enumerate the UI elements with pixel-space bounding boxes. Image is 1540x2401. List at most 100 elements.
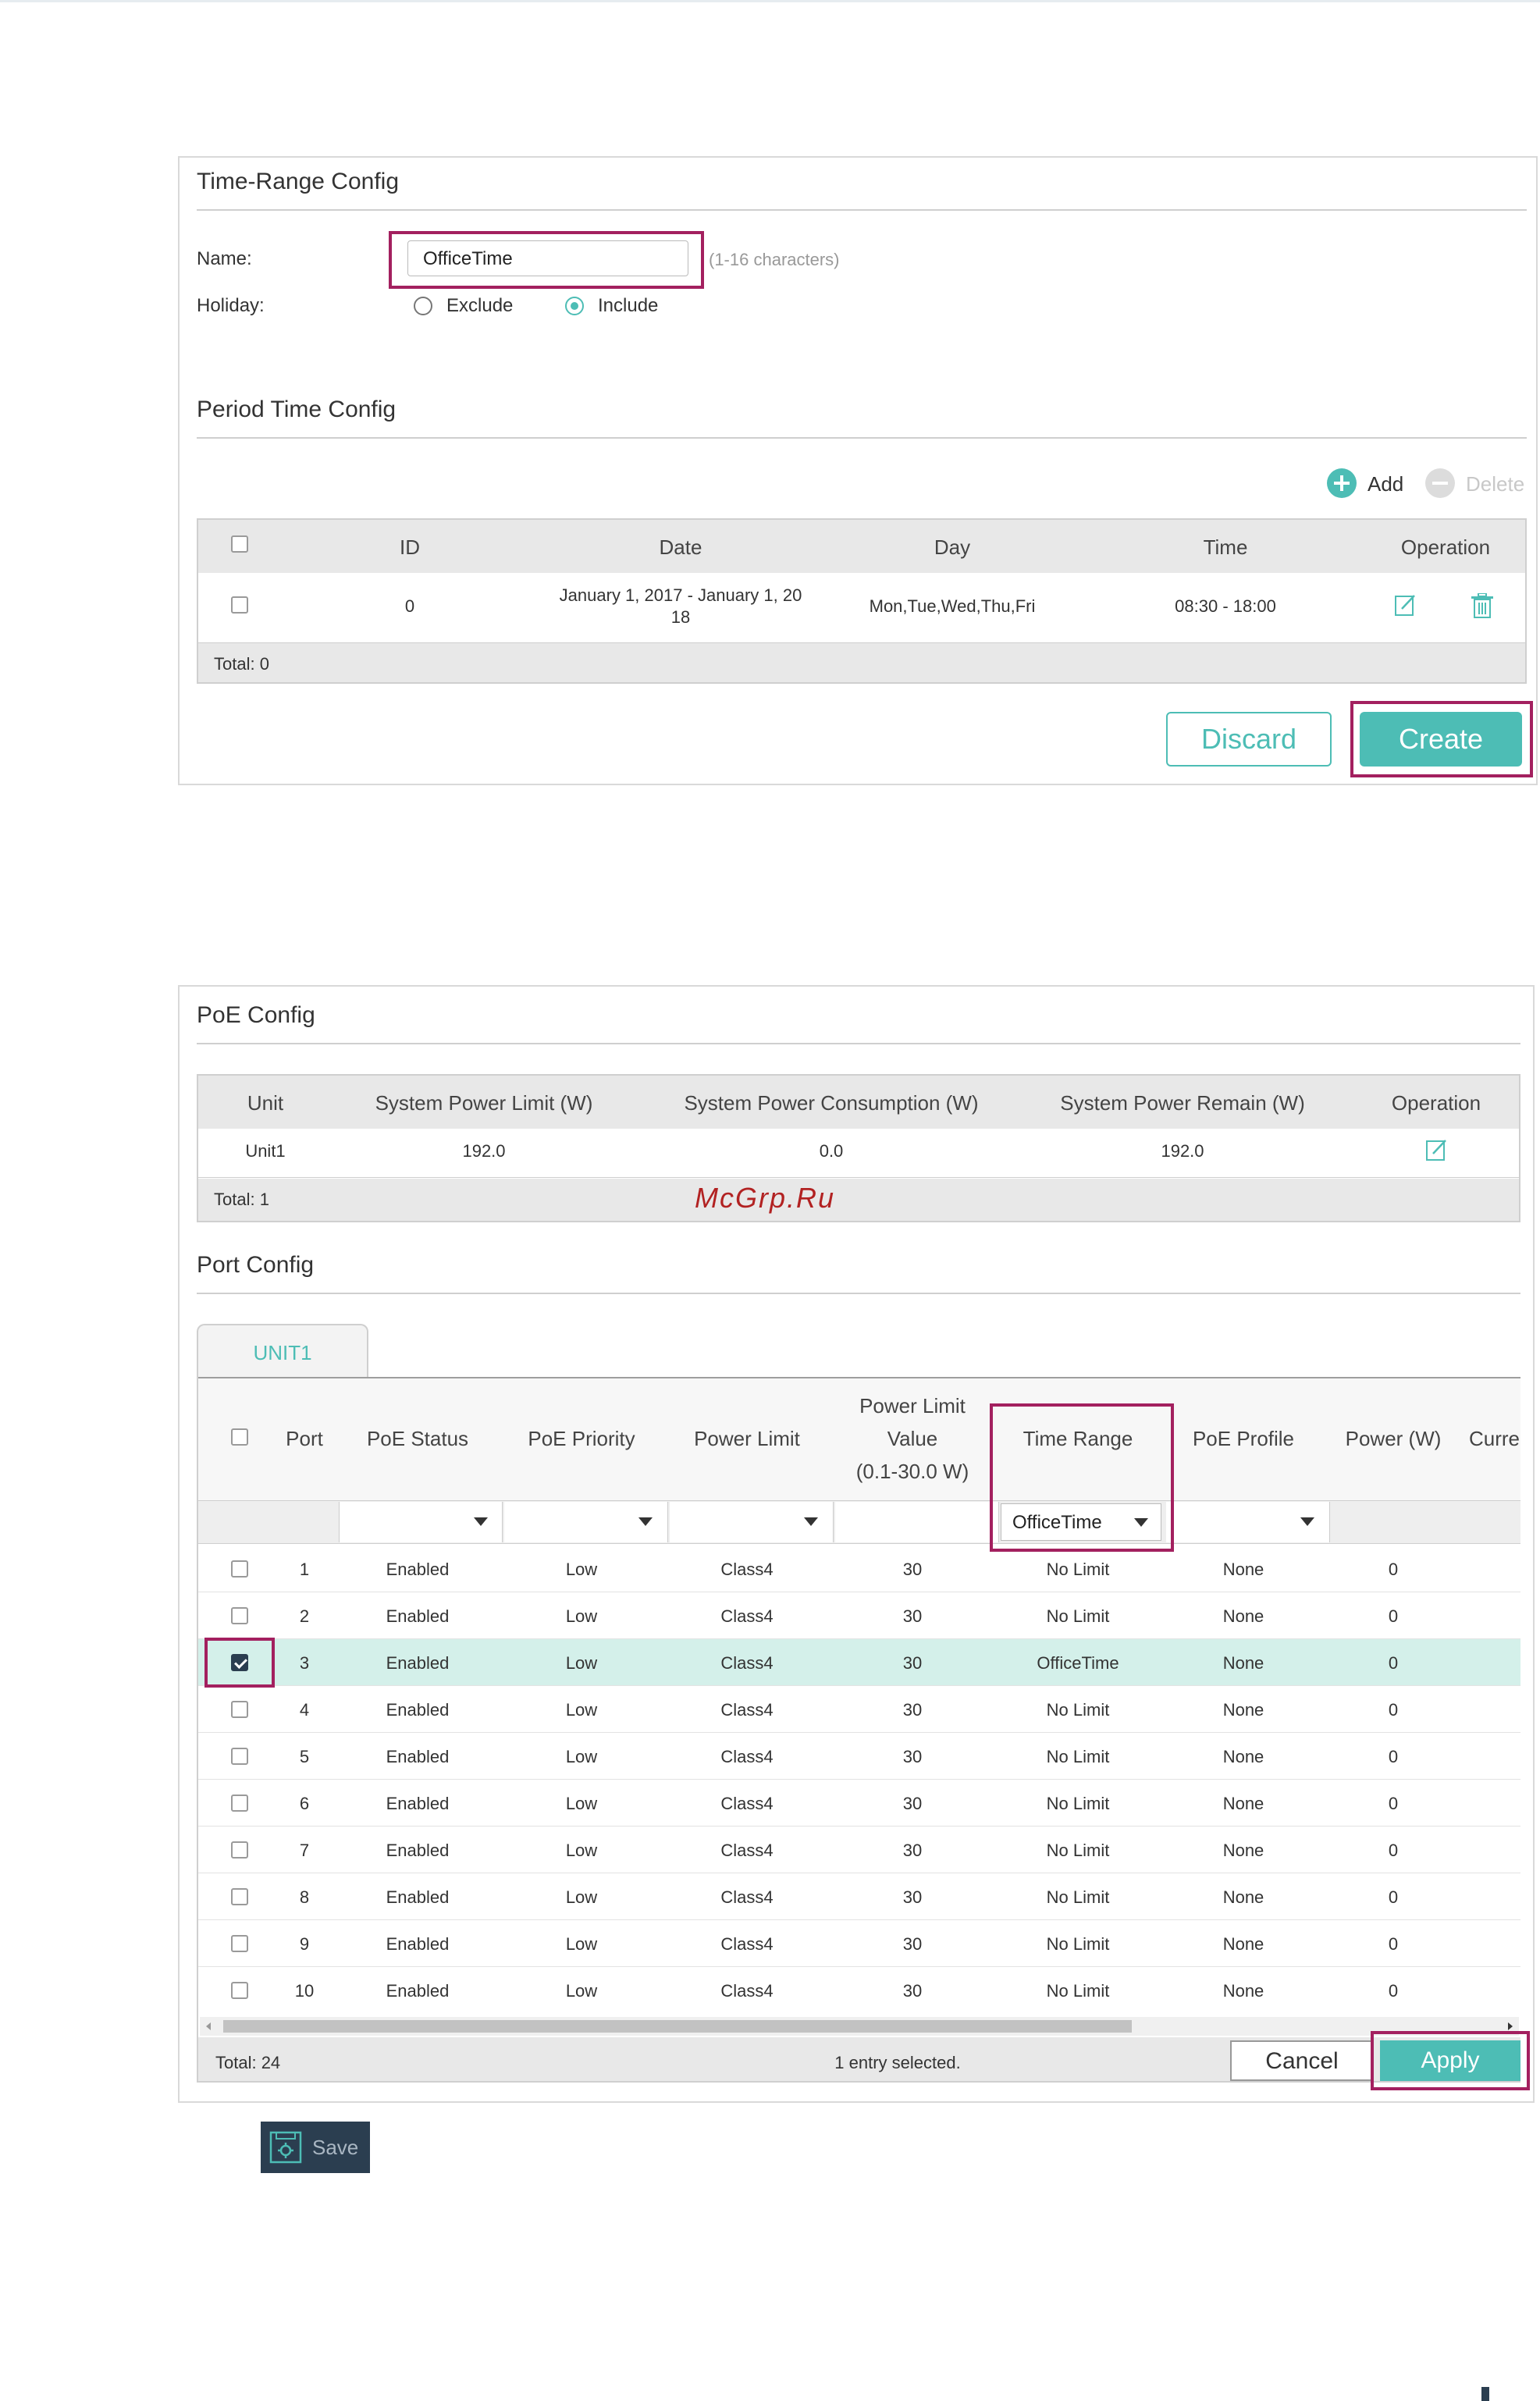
filter-poe-profile-select[interactable] — [1166, 1502, 1330, 1542]
power-value: 0 — [1388, 1934, 1399, 1954]
poe-profile: None — [1222, 1887, 1264, 1907]
poe-priority: Low — [565, 1794, 598, 1813]
divider — [198, 1377, 1520, 1378]
plus-circle-icon — [1327, 468, 1357, 498]
power-limit-value: 30 — [902, 1700, 923, 1720]
table-row[interactable]: 1 Enabled Low Class4 30 No Limit None 0 — [198, 1546, 1520, 1592]
col-power-remain: System Power Remain (W) — [1060, 1091, 1305, 1115]
table-row[interactable]: 5 Enabled Low Class4 30 No Limit None 0 — [198, 1733, 1520, 1780]
period-day: Mon,Tue,Wed,Thu,Fri — [869, 596, 1036, 616]
filter-power-limit-select[interactable] — [670, 1502, 834, 1542]
power-limit-value: 30 — [902, 1981, 923, 2001]
table-row-selected[interactable]: 3 Enabled Low Class4 30 OfficeTime None … — [198, 1639, 1520, 1686]
discard-button[interactable]: Discard — [1166, 712, 1332, 767]
table-row[interactable]: 10 Enabled Low Class4 30 No Limit None 0 — [198, 1967, 1520, 2014]
poe-profile: None — [1222, 1841, 1264, 1860]
power-value: 0 — [1388, 1887, 1399, 1907]
table-row[interactable]: 2 Enabled Low Class4 30 No Limit None 0 — [198, 1592, 1520, 1639]
power-limit: Class4 — [720, 1560, 774, 1579]
row-checkbox[interactable] — [231, 1935, 248, 1952]
row-checkbox[interactable] — [231, 1841, 248, 1859]
col-day: Day — [934, 535, 971, 559]
row-checkbox[interactable] — [231, 1748, 248, 1765]
row-checkbox[interactable] — [231, 1982, 248, 1999]
row-checkbox[interactable] — [231, 1795, 248, 1812]
power-value: 0 — [1388, 1981, 1399, 2001]
table-row[interactable]: 9 Enabled Low Class4 30 No Limit None 0 — [198, 1920, 1520, 1967]
row-checkbox[interactable] — [231, 1607, 248, 1624]
row-checkbox[interactable] — [231, 596, 248, 614]
horizontal-scrollbar[interactable] — [200, 2017, 1519, 2036]
filter-power-limit-value-input[interactable] — [835, 1502, 999, 1542]
col-operation: Operation — [1400, 535, 1491, 559]
poe-config-title: PoE Config — [197, 1002, 315, 1028]
divider — [197, 1293, 1520, 1294]
power-limit: Class4 — [720, 1934, 774, 1954]
table-row[interactable]: 4 Enabled Low Class4 30 No Limit None 0 — [198, 1686, 1520, 1733]
poe-priority: Low — [565, 1981, 598, 2001]
time-range-highlight — [990, 1403, 1174, 1552]
poe-limit: 192.0 — [462, 1141, 506, 1161]
poe-profile: None — [1222, 1981, 1264, 2001]
selection-status: 1 entry selected. — [834, 2053, 961, 2072]
col-power-limit-value-3: (0.1-30.0 W) — [855, 1460, 969, 1483]
delete-button[interactable]: Delete — [1425, 468, 1535, 500]
row-checkbox[interactable] — [231, 1701, 248, 1718]
poe-priority: Low — [565, 1934, 598, 1954]
poe-status: Enabled — [386, 1560, 450, 1579]
tab-unit1[interactable]: UNIT1 — [197, 1324, 368, 1380]
power-value: 0 — [1388, 1700, 1399, 1720]
top-border — [0, 0, 1540, 2]
table-row[interactable]: 8 Enabled Low Class4 30 No Limit None 0 — [198, 1873, 1520, 1920]
edit-icon[interactable] — [1425, 1138, 1449, 1161]
port-number: 3 — [299, 1653, 310, 1673]
delete-label: Delete — [1466, 472, 1525, 496]
scroll-right-icon[interactable] — [1508, 2022, 1513, 2030]
add-label: Add — [1368, 472, 1404, 496]
poe-profile: None — [1222, 1747, 1264, 1766]
poe-priority: Low — [565, 1606, 598, 1626]
col-power-limit: System Power Limit (W) — [375, 1091, 593, 1115]
poe-status: Enabled — [386, 1653, 450, 1673]
power-limit: Class4 — [720, 1887, 774, 1907]
poe-profile: None — [1222, 1934, 1264, 1954]
poe-unit: Unit1 — [245, 1141, 286, 1161]
trash-icon[interactable] — [1471, 592, 1494, 618]
power-value: 0 — [1388, 1606, 1399, 1626]
save-button[interactable]: Save — [261, 2122, 370, 2173]
port-number: 6 — [299, 1794, 310, 1813]
col-power: Power (W) — [1345, 1427, 1442, 1450]
port-number: 7 — [299, 1841, 310, 1860]
chevron-down-icon — [474, 1517, 488, 1526]
add-button[interactable]: Add — [1327, 468, 1413, 500]
power-value: 0 — [1388, 1747, 1399, 1766]
time-range: No Limit — [1046, 1934, 1110, 1954]
poe-profile: None — [1222, 1700, 1264, 1720]
filter-poe-priority-select[interactable] — [504, 1502, 668, 1542]
time-range: No Limit — [1046, 1606, 1110, 1626]
row-checkbox[interactable] — [231, 1888, 248, 1905]
power-value: 0 — [1388, 1560, 1399, 1579]
port-number: 2 — [299, 1606, 310, 1626]
exclude-radio[interactable] — [414, 297, 432, 315]
table-row[interactable]: 6 Enabled Low Class4 30 No Limit None 0 — [198, 1780, 1520, 1827]
col-date: Date — [659, 535, 702, 559]
poe-status: Enabled — [386, 1887, 450, 1907]
save-label: Save — [312, 2136, 359, 2159]
edit-icon[interactable] — [1394, 593, 1417, 617]
row-checkbox[interactable] — [231, 1560, 248, 1578]
name-highlight — [389, 231, 704, 289]
divider — [197, 209, 1527, 211]
filter-poe-status-select[interactable] — [339, 1502, 503, 1542]
power-value: 0 — [1388, 1794, 1399, 1813]
scrollbar-thumb[interactable] — [223, 2020, 1132, 2033]
cancel-button[interactable]: Cancel — [1230, 2040, 1374, 2081]
include-radio[interactable] — [565, 297, 584, 315]
name-hint: (1-16 characters) — [709, 250, 840, 269]
table-row[interactable]: 7 Enabled Low Class4 30 No Limit None 0 — [198, 1827, 1520, 1873]
power-limit: Class4 — [720, 1841, 774, 1860]
save-gear-icon — [269, 2130, 303, 2164]
select-all-checkbox[interactable] — [231, 535, 248, 553]
scroll-left-icon[interactable] — [206, 2022, 211, 2030]
select-all-checkbox[interactable] — [231, 1428, 248, 1446]
